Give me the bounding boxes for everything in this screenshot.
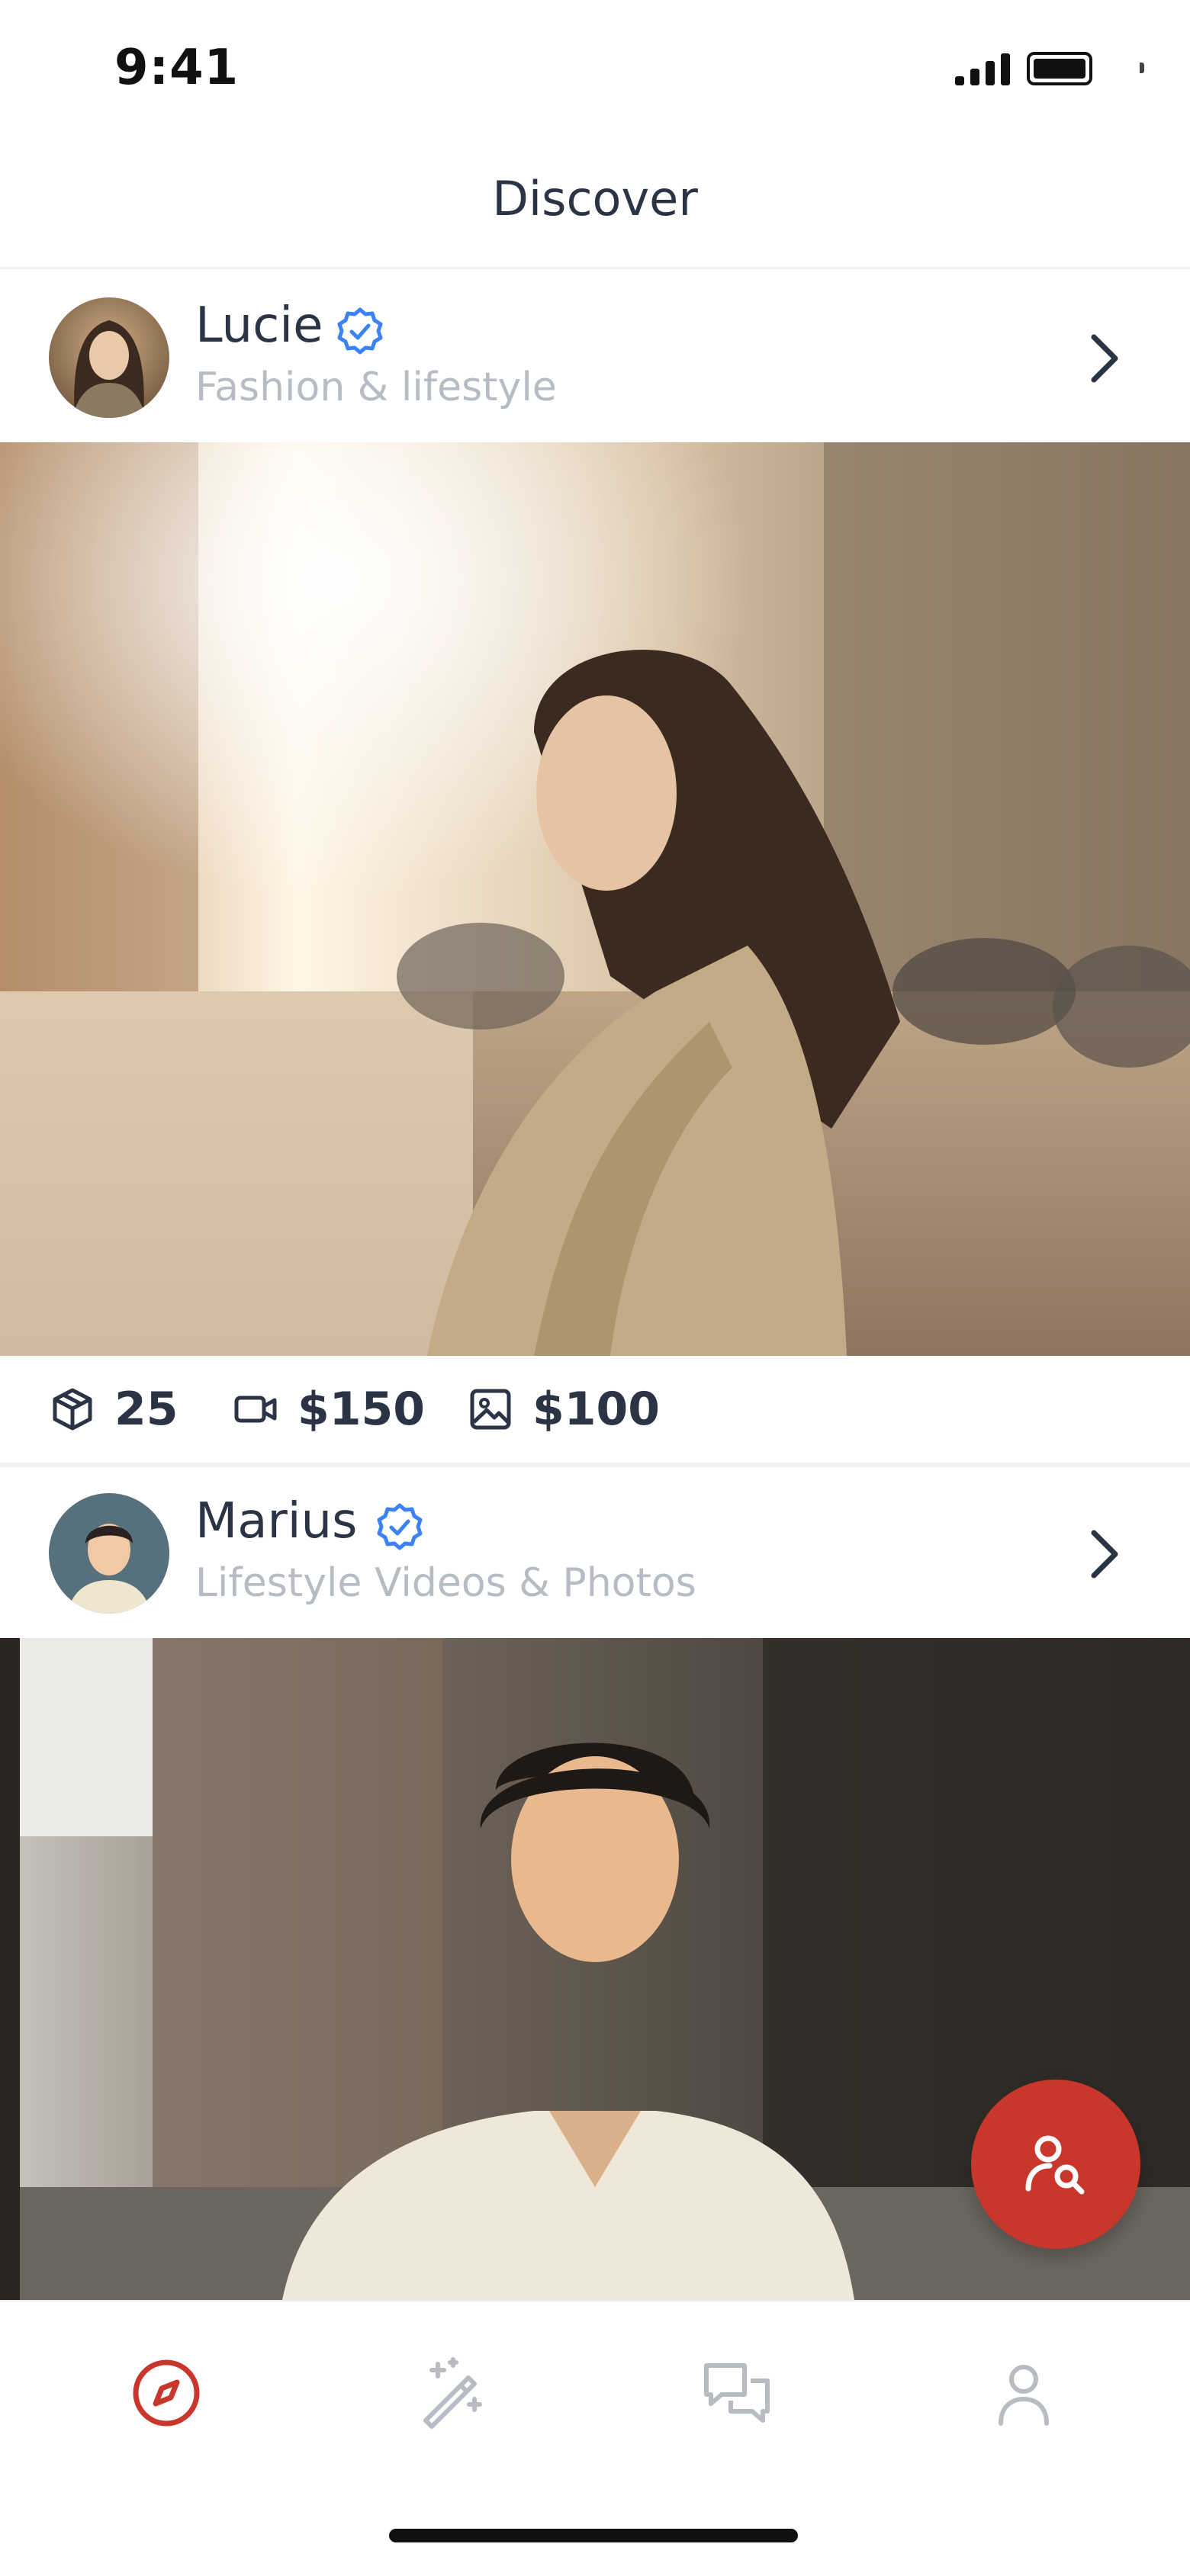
stat-items: 25 xyxy=(49,1356,178,1463)
image-icon xyxy=(470,1389,511,1430)
compass-icon xyxy=(133,2359,200,2427)
magic-wand-icon xyxy=(423,2357,482,2429)
nav-messages[interactable] xyxy=(691,2347,783,2439)
package-icon xyxy=(53,1388,92,1431)
creator-photo-lucie[interactable] xyxy=(0,442,1190,1356)
creator-stats-lucie: 25 $150 $100 xyxy=(0,1356,1190,1463)
chevron-right-icon[interactable] xyxy=(1083,1527,1126,1582)
status-time: 9:41 xyxy=(114,40,240,96)
chat-icon xyxy=(704,2363,770,2423)
stat-video-price: $150 xyxy=(232,1356,425,1463)
chevron-right-icon[interactable] xyxy=(1083,331,1126,386)
creator-row-marius[interactable]: Marius Lifestyle Videos & Photos xyxy=(0,1467,1190,1638)
find-creator-fab[interactable] xyxy=(971,2080,1140,2249)
profile-icon xyxy=(999,2365,1049,2426)
nav-create[interactable] xyxy=(406,2347,497,2439)
verified-badge-icon xyxy=(337,307,383,355)
home-indicator xyxy=(389,2529,798,2542)
stat-photo-price-value: $100 xyxy=(532,1383,660,1436)
avatar[interactable] xyxy=(49,1493,169,1614)
stat-video-price-value: $150 xyxy=(298,1383,425,1436)
stat-items-value: 25 xyxy=(114,1383,178,1436)
status-bar: 9:41 xyxy=(0,0,1190,137)
creator-row-lucie[interactable]: Lucie Fashion & lifestyle xyxy=(0,271,1190,442)
creator-subtitle: Fashion & lifestyle xyxy=(195,365,557,410)
creator-name: Marius xyxy=(195,1493,358,1550)
header-divider xyxy=(0,267,1190,269)
user-search-icon xyxy=(1025,2135,1085,2195)
page-title: Discover xyxy=(492,171,698,226)
verified-badge-icon xyxy=(377,1503,423,1550)
video-camera-icon xyxy=(234,1396,277,1423)
battery-cap-icon xyxy=(1140,63,1144,73)
creator-subtitle: Lifestyle Videos & Photos xyxy=(195,1560,696,1606)
battery-icon xyxy=(1027,52,1092,85)
nav-profile[interactable] xyxy=(978,2347,1069,2439)
nav-discover[interactable] xyxy=(121,2347,212,2439)
stat-photo-price: $100 xyxy=(467,1356,660,1463)
avatar[interactable] xyxy=(49,297,169,418)
signal-icon xyxy=(955,53,1010,85)
creator-name: Lucie xyxy=(195,297,323,354)
